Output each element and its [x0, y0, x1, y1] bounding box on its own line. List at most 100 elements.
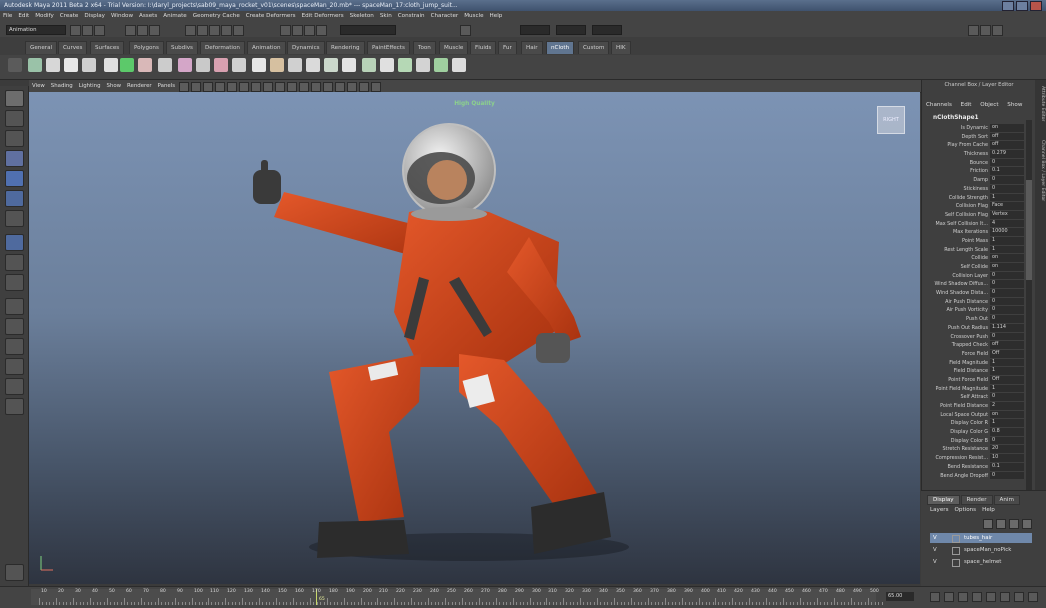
- ncloth-green-icon[interactable]: [120, 58, 134, 72]
- channel-attribute-value[interactable]: 0: [990, 280, 1024, 289]
- ncloth-field-icon[interactable]: [324, 58, 338, 72]
- channel-attribute-row[interactable]: Bend Angle Dropoff 0: [922, 471, 1024, 481]
- panel-menu-view[interactable]: View: [29, 80, 48, 92]
- lasso-tool-icon[interactable]: [5, 110, 24, 127]
- channel-attribute-row[interactable]: Bend Resistance 0.1: [922, 462, 1024, 472]
- layer-visibility-toggle[interactable]: V: [933, 545, 937, 555]
- shelf-tab-polygons[interactable]: Polygons: [129, 41, 164, 54]
- layer-tab-render[interactable]: Render: [960, 495, 993, 505]
- channel-attribute-value[interactable]: off: [990, 341, 1024, 349]
- move-tool-icon[interactable]: [5, 150, 24, 167]
- channel-attribute-value[interactable]: off: [990, 141, 1024, 150]
- select-hierarchy-icon[interactable]: [125, 25, 136, 36]
- channel-attribute-row[interactable]: Air Push Vorticity 0: [922, 306, 1024, 315]
- channel-attribute-value[interactable]: 10: [990, 454, 1024, 462]
- attribute-editor-toggle-icon[interactable]: [968, 25, 979, 36]
- select-tool-icon[interactable]: [5, 90, 24, 107]
- ncloth-constraint-icon[interactable]: [138, 58, 152, 72]
- cb-menu-channels[interactable]: Channels: [926, 102, 952, 108]
- channel-attribute-row[interactable]: Push Out 0: [922, 315, 1024, 324]
- channel-attribute-row[interactable]: Point Field Magnitude 1: [922, 384, 1024, 394]
- panel-menu-panels[interactable]: Panels: [155, 80, 178, 92]
- channel-attribute-row[interactable]: Friction 0.1: [922, 167, 1024, 176]
- soft-mod-tool-icon[interactable]: [5, 234, 24, 251]
- channel-attribute-row[interactable]: Rest Length Scale 1: [922, 245, 1024, 255]
- ncloth-cache-append-icon[interactable]: [434, 58, 448, 72]
- ipr-render-icon[interactable]: [304, 25, 315, 36]
- menu-constrain[interactable]: Constrain: [395, 11, 428, 22]
- menu-help[interactable]: Help: [487, 11, 506, 22]
- menu-character[interactable]: Character: [428, 11, 462, 22]
- channel-attribute-value[interactable]: 0: [990, 306, 1024, 315]
- channel-attribute-row[interactable]: Wind Shadow Diffus... 0: [922, 280, 1024, 289]
- astronaut-character[interactable]: [29, 92, 920, 584]
- layer-tab-anim[interactable]: Anim: [993, 495, 1020, 505]
- channel-attribute-value[interactable]: 1.114: [990, 323, 1024, 332]
- name-field[interactable]: [340, 25, 396, 35]
- tool-settings-toggle-icon[interactable]: [980, 25, 991, 36]
- use-all-lights-icon[interactable]: [335, 82, 345, 92]
- move-layer-down-icon[interactable]: [996, 519, 1006, 529]
- shelf-tab-rendering[interactable]: Rendering: [326, 41, 365, 54]
- channel-attribute-row[interactable]: Stickiness 0: [922, 184, 1024, 194]
- ncloth-component-icon[interactable]: [158, 58, 172, 72]
- channel-attribute-value[interactable]: 0.279: [990, 150, 1024, 158]
- ncloth-point-icon[interactable]: [178, 58, 192, 72]
- channel-attribute-value[interactable]: 1: [990, 367, 1024, 375]
- channel-attribute-value[interactable]: 0: [990, 332, 1024, 341]
- channel-attribute-value[interactable]: 10000: [990, 228, 1024, 236]
- select-object-icon[interactable]: [137, 25, 148, 36]
- four-view-layout-icon[interactable]: [5, 318, 24, 335]
- ncloth-shirt-icon[interactable]: [64, 58, 78, 72]
- layer-menu-options[interactable]: Options: [955, 507, 977, 513]
- channel-attribute-value[interactable]: 0.1: [990, 462, 1024, 471]
- channel-attribute-value[interactable]: 0: [990, 289, 1024, 297]
- last-tool-icon[interactable]: [5, 274, 24, 291]
- step-forward-icon[interactable]: [1014, 592, 1024, 602]
- step-forward-key-icon[interactable]: [1000, 592, 1010, 602]
- channel-attribute-row[interactable]: Self Collide on: [922, 263, 1024, 272]
- menu-window[interactable]: Window: [108, 11, 136, 22]
- panel-menu-renderer[interactable]: Renderer: [124, 80, 155, 92]
- layer-row[interactable]: V tubes_hair: [930, 533, 1032, 543]
- channel-attribute-value[interactable]: 0: [990, 297, 1024, 306]
- side-tab-attribute-editor[interactable]: Attribute Editor: [1036, 86, 1045, 121]
- channel-attribute-row[interactable]: Collision Layer 0: [922, 271, 1024, 281]
- ncloth-paint-icon[interactable]: [342, 58, 356, 72]
- channel-attribute-row[interactable]: Bounce 0: [922, 158, 1024, 168]
- layer-menu-help[interactable]: Help: [982, 507, 995, 513]
- channel-attribute-row[interactable]: Max Iterations 10000: [922, 228, 1024, 237]
- scale-tool-icon[interactable]: [5, 190, 24, 207]
- save-scene-icon[interactable]: [94, 25, 105, 36]
- wireframe-on-shaded-icon[interactable]: [311, 82, 321, 92]
- channel-attribute-value[interactable]: 0: [990, 471, 1024, 480]
- ncloth-cache-icon[interactable]: [104, 58, 118, 72]
- channel-attribute-value[interactable]: 0.1: [990, 167, 1024, 176]
- maximize-button[interactable]: [1016, 1, 1028, 11]
- shelf-tab-ncloth[interactable]: nCloth: [546, 41, 575, 54]
- ncloth-edge-icon[interactable]: [196, 58, 210, 72]
- y-field[interactable]: [556, 25, 586, 35]
- current-frame-field[interactable]: 65.00: [886, 592, 914, 601]
- channel-attribute-value[interactable]: 1: [990, 245, 1024, 254]
- channel-attribute-value[interactable]: on: [990, 410, 1024, 419]
- step-back-key-icon[interactable]: [958, 592, 968, 602]
- minimize-button[interactable]: [1002, 1, 1014, 11]
- channel-attribute-value[interactable]: 4: [990, 219, 1024, 228]
- channel-attribute-row[interactable]: Self Attract 0: [922, 393, 1024, 402]
- channel-attribute-row[interactable]: Point Force Field Off: [922, 375, 1024, 385]
- render-settings-icon[interactable]: [316, 25, 327, 36]
- snap-plane-icon[interactable]: [221, 25, 232, 36]
- history-icon[interactable]: [280, 25, 291, 36]
- layer-tab-display[interactable]: Display: [927, 495, 960, 505]
- smooth-shade-icon[interactable]: [299, 82, 309, 92]
- step-back-icon[interactable]: [944, 592, 954, 602]
- cb-menu-object[interactable]: Object: [980, 102, 998, 108]
- channel-attribute-row[interactable]: Wind Shadow Dista... 0: [922, 289, 1024, 298]
- menu-set-dropdown[interactable]: Animation: [6, 25, 66, 35]
- xray-icon[interactable]: [359, 82, 369, 92]
- snap-grid-icon[interactable]: [185, 25, 196, 36]
- channel-attribute-row[interactable]: Is Dynamic on: [922, 124, 1024, 133]
- cb-menu-show[interactable]: Show: [1007, 102, 1022, 108]
- new-layer-selected-icon[interactable]: [1022, 519, 1032, 529]
